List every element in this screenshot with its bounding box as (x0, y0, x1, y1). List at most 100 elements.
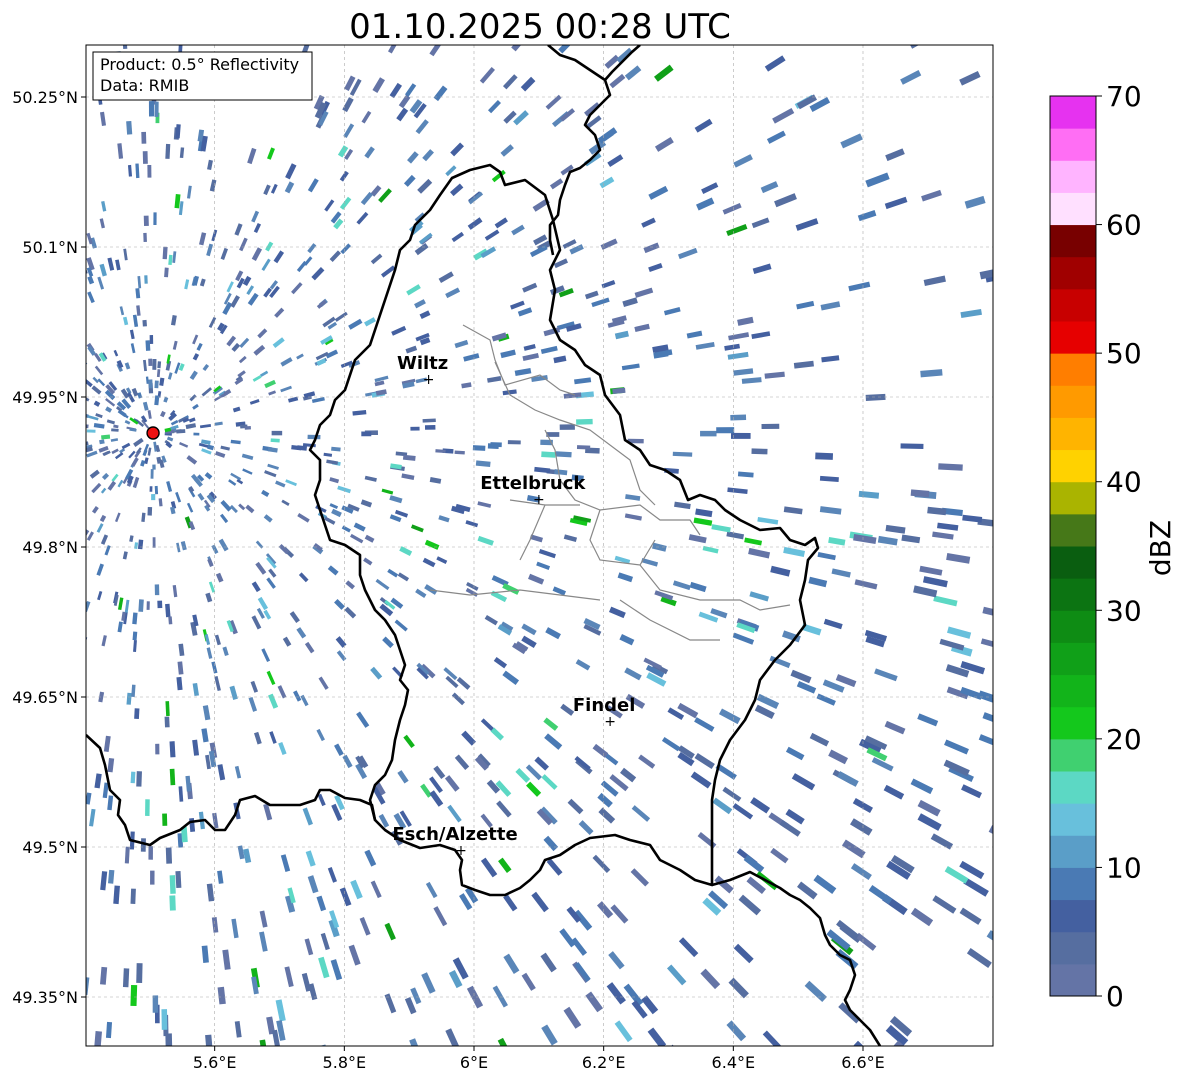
echo-cell (77, 460, 84, 465)
echo-cell (148, 379, 153, 389)
echo-cell (169, 741, 176, 758)
echo-cell (270, 438, 280, 443)
colorbar-segment (1050, 96, 1096, 129)
city-marker: + (455, 843, 467, 859)
colorbar-segment (1050, 385, 1096, 418)
echo-cell (307, 434, 321, 440)
echo-cell (152, 358, 157, 370)
echo-cell (79, 280, 86, 290)
echo-cell (152, 995, 159, 1013)
echo-cell (77, 169, 84, 184)
echo-cell (576, 418, 593, 425)
lat-tick-label: 50.25°N (12, 88, 78, 107)
colorbar-segment (1050, 513, 1096, 547)
echo-cell (165, 847, 173, 864)
echo-cell (151, 494, 156, 501)
lat-tick-label: 50.1°N (22, 238, 78, 257)
lon-tick-label: 6°E (460, 1053, 488, 1072)
echo-cell (154, 380, 159, 389)
colorbar-segment (1050, 417, 1096, 451)
echo-cell (164, 716, 170, 728)
colorbar-segment (1050, 835, 1096, 868)
echo-cell (541, 451, 556, 458)
lat-tick-label: 49.5°N (22, 838, 78, 857)
colorbar-segment (1050, 160, 1096, 193)
colorbar-segment (1050, 353, 1096, 386)
city-marker: + (604, 714, 616, 730)
info-product-text: Product: 0.5° Reflectivity (100, 55, 299, 74)
echo-cell (78, 882, 85, 897)
echo-cell (271, 430, 283, 436)
echo-cell (144, 275, 148, 284)
colorbar-tick-label: 60 (1106, 209, 1142, 242)
colorbar-tick-label: 0 (1106, 980, 1124, 1013)
echo-cell (168, 616, 173, 625)
colorbar-segment (1050, 449, 1096, 483)
echo-cell (86, 429, 96, 433)
echo-cell (162, 813, 168, 826)
echo-cell (361, 431, 372, 437)
lon-tick-label: 6.6°E (841, 1053, 885, 1072)
lat-tick-label: 49.65°N (12, 688, 78, 707)
echo-cell (143, 232, 147, 242)
echo-cell (490, 442, 502, 448)
echo-cell (77, 835, 85, 850)
colorbar-tick-label: 10 (1106, 851, 1142, 884)
echo-cell (146, 601, 150, 610)
echo-cell (559, 424, 575, 430)
echo-cell (138, 599, 144, 612)
lat-tick-label: 49.35°N (12, 988, 78, 1007)
lon-tick-label: 6.2°E (582, 1053, 626, 1072)
echo-cell (74, 585, 80, 594)
echo-cell (555, 451, 572, 458)
echo-cell (161, 1009, 168, 1030)
echo-cell (507, 440, 521, 445)
echo-cell (175, 870, 182, 889)
colorbar-tick-label: 50 (1106, 337, 1142, 370)
echo-cell (152, 464, 156, 470)
echo-cell (136, 771, 142, 787)
echo-cell (74, 407, 82, 412)
colorbar-segment (1050, 610, 1096, 643)
colorbar: 0 10 20 30 40 50 60 70 (1049, 80, 1142, 1013)
echo-cell (148, 846, 153, 860)
echo-cell (150, 870, 155, 885)
echo-cell (152, 537, 156, 548)
colorbar-segment (1050, 899, 1096, 933)
echo-cell (751, 448, 768, 455)
echo-cell (576, 445, 591, 450)
echo-cell (132, 631, 138, 641)
echo-cell (147, 507, 153, 516)
echo-cell (454, 450, 465, 455)
city-label: Ettelbruck (480, 473, 586, 494)
echo-cell (716, 427, 735, 434)
echo-cell (193, 432, 200, 436)
echo-cell (130, 984, 138, 1007)
echo-cell (169, 895, 176, 911)
colorbar-label: dBZ (1144, 520, 1177, 576)
city-label: Wiltz (397, 353, 448, 374)
echo-cell (153, 212, 157, 225)
colorbar-segment (1050, 192, 1096, 226)
radar-map-figure: 01.10.2025 00:28 UTC + Wiltz + Ettelbruck + F… (0, 0, 1184, 1081)
lon-tick-label: 5.6°E (193, 1053, 237, 1072)
echo-cell (157, 600, 163, 609)
echo-cell (149, 335, 154, 344)
longitude-ticks: 5.6°E 5.8°E 6°E 6.2°E 6.4°E 6.6°E (193, 1046, 885, 1072)
colorbar-tick-label: 30 (1106, 594, 1142, 627)
colorbar-segment (1050, 578, 1096, 611)
colorbar-segment (1050, 546, 1096, 579)
radar-map-svg: 01.10.2025 00:28 UTC +Wiltz+Ettelbruck+F… (12, 7, 1177, 1072)
colorbar-segment (1050, 738, 1096, 772)
echo-cell (76, 581, 82, 590)
echo-cell (145, 799, 150, 816)
colorbar-segment (1050, 674, 1096, 708)
echo-cell (86, 438, 87, 443)
colorbar-segment (1050, 931, 1096, 965)
echo-cell (77, 700, 84, 715)
echo-cell (424, 424, 436, 430)
colorbar-segment (1050, 803, 1096, 836)
colorbar-segment (1050, 963, 1096, 997)
echo-cell (154, 485, 159, 495)
echo-cell (169, 768, 176, 786)
